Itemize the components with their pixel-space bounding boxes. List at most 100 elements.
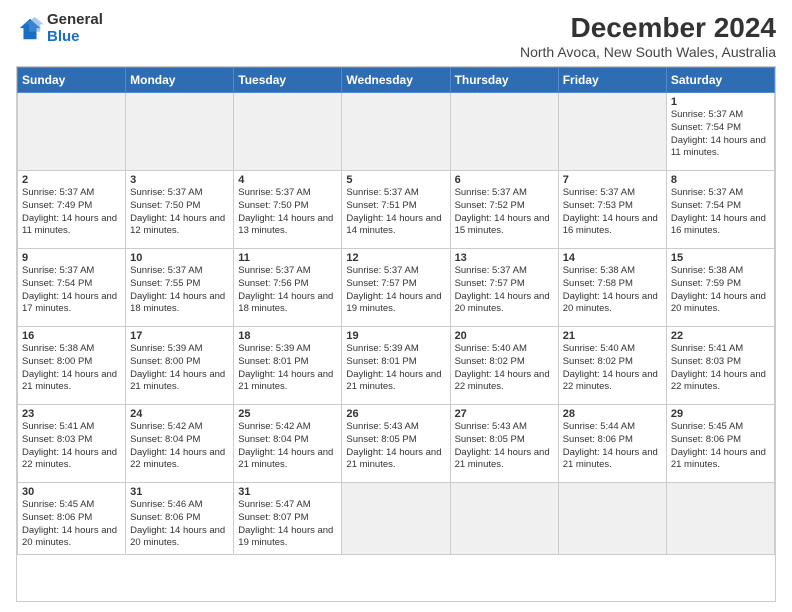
day-info: Sunrise: 5:39 AMSunset: 8:00 PMDaylight:… <box>130 343 229 394</box>
day-number: 10 <box>130 252 229 264</box>
day-info: Sunrise: 5:37 AMSunset: 7:54 PMDaylight:… <box>671 187 770 238</box>
day-cell-30: 30 Sunrise: 5:45 AMSunset: 8:06 PMDaylig… <box>18 483 126 555</box>
day-cell-19: 19 Sunrise: 5:39 AMSunset: 8:01 PMDaylig… <box>342 327 450 405</box>
week-row-2: 2 Sunrise: 5:37 AMSunset: 7:49 PMDayligh… <box>18 171 775 249</box>
day-cell-20: 20 Sunrise: 5:40 AMSunset: 8:02 PMDaylig… <box>450 327 558 405</box>
day-info: Sunrise: 5:42 AMSunset: 8:04 PMDaylight:… <box>238 421 337 472</box>
day-info: Sunrise: 5:40 AMSunset: 8:02 PMDaylight:… <box>563 343 662 394</box>
day-cell-15: 15 Sunrise: 5:38 AMSunset: 7:59 PMDaylig… <box>666 249 774 327</box>
day-info: Sunrise: 5:37 AMSunset: 7:55 PMDaylight:… <box>130 265 229 316</box>
week-row-3: 9 Sunrise: 5:37 AMSunset: 7:54 PMDayligh… <box>18 249 775 327</box>
day-number: 15 <box>671 252 770 264</box>
col-sunday: Sunday <box>18 68 126 93</box>
day-number: 2 <box>22 174 121 186</box>
day-info: Sunrise: 5:41 AMSunset: 8:03 PMDaylight:… <box>22 421 121 472</box>
day-number: 19 <box>346 330 445 342</box>
day-cell-14: 14 Sunrise: 5:38 AMSunset: 7:58 PMDaylig… <box>558 249 666 327</box>
day-info: Sunrise: 5:37 AMSunset: 7:56 PMDaylight:… <box>238 265 337 316</box>
day-info: Sunrise: 5:39 AMSunset: 8:01 PMDaylight:… <box>346 343 445 394</box>
day-number: 9 <box>22 252 121 264</box>
logo: General Blue <box>16 12 103 45</box>
day-info: Sunrise: 5:46 AMSunset: 8:06 PMDaylight:… <box>130 499 229 550</box>
day-info: Sunrise: 5:38 AMSunset: 7:58 PMDaylight:… <box>563 265 662 316</box>
day-number: 1 <box>671 96 770 108</box>
day-cell-31: 31 Sunrise: 5:46 AMSunset: 8:06 PMDaylig… <box>126 483 234 555</box>
day-cell-28: 28 Sunrise: 5:44 AMSunset: 8:06 PMDaylig… <box>558 405 666 483</box>
day-cell-16: 16 Sunrise: 5:38 AMSunset: 8:00 PMDaylig… <box>18 327 126 405</box>
day-info: Sunrise: 5:39 AMSunset: 8:01 PMDaylight:… <box>238 343 337 394</box>
day-info: Sunrise: 5:42 AMSunset: 8:04 PMDaylight:… <box>130 421 229 472</box>
day-info: Sunrise: 5:38 AMSunset: 8:00 PMDaylight:… <box>22 343 121 394</box>
day-number: 23 <box>22 408 121 420</box>
col-monday: Monday <box>126 68 234 93</box>
day-cell-3: 3 Sunrise: 5:37 AMSunset: 7:50 PMDayligh… <box>126 171 234 249</box>
day-info: Sunrise: 5:37 AMSunset: 7:49 PMDaylight:… <box>22 187 121 238</box>
day-number: 25 <box>238 408 337 420</box>
col-friday: Friday <box>558 68 666 93</box>
empty-cell <box>450 483 558 555</box>
day-info: Sunrise: 5:37 AMSunset: 7:51 PMDaylight:… <box>346 187 445 238</box>
day-number: 11 <box>238 252 337 264</box>
calendar: Sunday Monday Tuesday Wednesday Thursday… <box>16 66 776 602</box>
empty-cell <box>126 93 234 171</box>
day-info: Sunrise: 5:37 AMSunset: 7:57 PMDaylight:… <box>346 265 445 316</box>
day-number: 26 <box>346 408 445 420</box>
day-number: 31 <box>130 486 229 498</box>
day-info: Sunrise: 5:41 AMSunset: 8:03 PMDaylight:… <box>671 343 770 394</box>
day-info: Sunrise: 5:43 AMSunset: 8:05 PMDaylight:… <box>455 421 554 472</box>
day-info: Sunrise: 5:43 AMSunset: 8:05 PMDaylight:… <box>346 421 445 472</box>
day-info: Sunrise: 5:37 AMSunset: 7:52 PMDaylight:… <box>455 187 554 238</box>
day-number: 4 <box>238 174 337 186</box>
day-cell-10: 10 Sunrise: 5:37 AMSunset: 7:55 PMDaylig… <box>126 249 234 327</box>
day-cell-27: 27 Sunrise: 5:43 AMSunset: 8:05 PMDaylig… <box>450 405 558 483</box>
day-cell-1: 1 Sunrise: 5:37 AMSunset: 7:54 PMDayligh… <box>666 93 774 171</box>
week-row-5: 23 Sunrise: 5:41 AMSunset: 8:03 PMDaylig… <box>18 405 775 483</box>
day-cell-31b: 31 Sunrise: 5:47 AMSunset: 8:07 PMDaylig… <box>234 483 342 555</box>
day-number: 8 <box>671 174 770 186</box>
day-cell-12: 12 Sunrise: 5:37 AMSunset: 7:57 PMDaylig… <box>342 249 450 327</box>
day-info: Sunrise: 5:37 AMSunset: 7:50 PMDaylight:… <box>238 187 337 238</box>
subtitle: North Avoca, New South Wales, Australia <box>520 44 776 60</box>
week-row-4: 16 Sunrise: 5:38 AMSunset: 8:00 PMDaylig… <box>18 327 775 405</box>
day-number: 7 <box>563 174 662 186</box>
day-cell-29: 29 Sunrise: 5:45 AMSunset: 8:06 PMDaylig… <box>666 405 774 483</box>
day-cell-9: 9 Sunrise: 5:37 AMSunset: 7:54 PMDayligh… <box>18 249 126 327</box>
day-number: 24 <box>130 408 229 420</box>
day-cell-6: 6 Sunrise: 5:37 AMSunset: 7:52 PMDayligh… <box>450 171 558 249</box>
main-title: December 2024 <box>520 12 776 44</box>
day-info: Sunrise: 5:45 AMSunset: 8:06 PMDaylight:… <box>671 421 770 472</box>
day-number: 5 <box>346 174 445 186</box>
empty-cell <box>342 483 450 555</box>
day-cell-21: 21 Sunrise: 5:40 AMSunset: 8:02 PMDaylig… <box>558 327 666 405</box>
col-wednesday: Wednesday <box>342 68 450 93</box>
day-cell-5: 5 Sunrise: 5:37 AMSunset: 7:51 PMDayligh… <box>342 171 450 249</box>
day-number: 17 <box>130 330 229 342</box>
day-number: 3 <box>130 174 229 186</box>
day-number: 21 <box>563 330 662 342</box>
empty-cell <box>558 483 666 555</box>
day-cell-11: 11 Sunrise: 5:37 AMSunset: 7:56 PMDaylig… <box>234 249 342 327</box>
col-saturday: Saturday <box>666 68 774 93</box>
day-number: 12 <box>346 252 445 264</box>
day-info: Sunrise: 5:40 AMSunset: 8:02 PMDaylight:… <box>455 343 554 394</box>
day-cell-13: 13 Sunrise: 5:37 AMSunset: 7:57 PMDaylig… <box>450 249 558 327</box>
day-number: 30 <box>22 486 121 498</box>
day-info: Sunrise: 5:37 AMSunset: 7:50 PMDaylight:… <box>130 187 229 238</box>
empty-cell <box>342 93 450 171</box>
day-number: 14 <box>563 252 662 264</box>
day-number: 28 <box>563 408 662 420</box>
day-number: 29 <box>671 408 770 420</box>
day-number: 18 <box>238 330 337 342</box>
header-row: Sunday Monday Tuesday Wednesday Thursday… <box>18 68 775 93</box>
logo-icon <box>16 15 44 43</box>
day-info: Sunrise: 5:37 AMSunset: 7:57 PMDaylight:… <box>455 265 554 316</box>
day-number: 13 <box>455 252 554 264</box>
day-number: 22 <box>671 330 770 342</box>
day-number: 6 <box>455 174 554 186</box>
empty-cell <box>450 93 558 171</box>
empty-cell <box>666 483 774 555</box>
logo-blue: Blue <box>47 29 103 46</box>
day-cell-26: 26 Sunrise: 5:43 AMSunset: 8:05 PMDaylig… <box>342 405 450 483</box>
page: General Blue December 2024 North Avoca, … <box>0 0 792 612</box>
day-cell-23: 23 Sunrise: 5:41 AMSunset: 8:03 PMDaylig… <box>18 405 126 483</box>
